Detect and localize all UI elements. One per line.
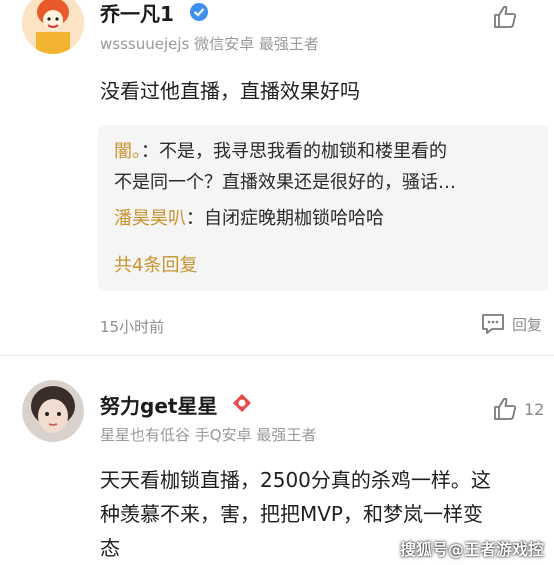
like-button[interactable]: 12 — [492, 396, 544, 422]
comment-line: 种羡慕不来，害，把把MVP，和梦岚一样变 — [100, 502, 483, 526]
user-meta: wsssuuejejs 微信安卓 最强王者 — [100, 35, 319, 53]
username[interactable]: 努力get星星 — [100, 390, 217, 419]
timestamp: 15小时前 — [100, 318, 165, 336]
reply-item[interactable]: 潘昊昊叭：自闭症晚期枷锁哈哈哈 — [114, 204, 384, 234]
reply-text-continued: 不是同一个？直播效果还是很好的，骚话… — [114, 172, 456, 193]
thumbs-up-icon — [494, 397, 516, 420]
comment-line: 天天看枷锁直播，2500分真的杀鸡一样。这 — [100, 468, 491, 492]
reply-text: ：自闭症晚期枷锁哈哈哈 — [186, 208, 384, 229]
divider — [0, 355, 554, 356]
username[interactable]: 乔一凡1 — [100, 0, 174, 27]
comment-text: 没看过他直播，直播效果好吗 — [100, 79, 360, 103]
reply-button[interactable]: 回复 — [480, 312, 542, 336]
verified-icon — [189, 2, 209, 22]
like-count: 12 — [524, 399, 545, 419]
reply-author[interactable]: 潘昊昊叭 — [114, 208, 186, 229]
thumbs-up-icon — [494, 5, 516, 28]
like-button[interactable] — [492, 4, 524, 30]
more-replies-link[interactable]: 共4条回复 — [114, 251, 197, 277]
reply-item[interactable]: 闇。：不是，我寻思我看的枷锁和楼里看的 — [114, 137, 447, 167]
avatar[interactable] — [22, 380, 84, 442]
avatar[interactable] — [22, 0, 84, 54]
reply-author[interactable]: 闇。 — [114, 141, 141, 162]
reply-text: ：不是，我寻思我看的枷锁和楼里看的 — [141, 141, 447, 162]
comment-icon — [482, 314, 504, 334]
watermark: 搜狐号@王者游戏控 — [400, 540, 545, 559]
badge-icon — [232, 393, 252, 413]
reply-label: 回复 — [512, 315, 543, 334]
replies-box[interactable]: 闇。：不是，我寻思我看的枷锁和楼里看的 不是同一个？直播效果还是很好的，骚话… … — [98, 125, 548, 291]
user-meta: 星星也有低谷 手Q安卓 最强王者 — [100, 426, 317, 444]
